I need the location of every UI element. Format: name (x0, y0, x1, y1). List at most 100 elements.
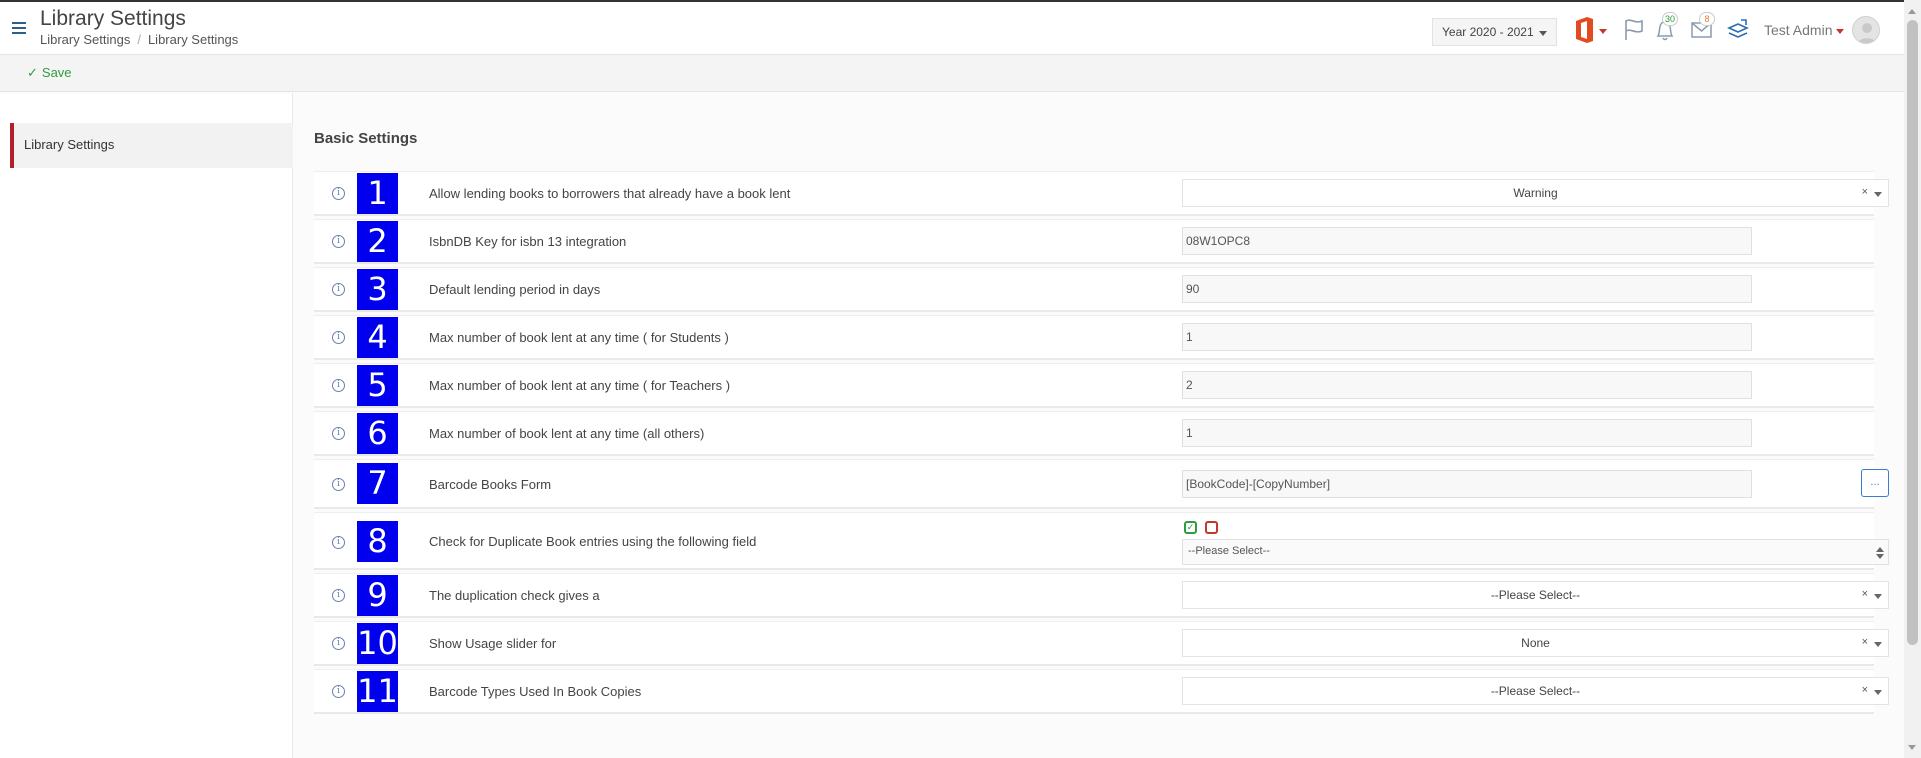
hamburger-icon[interactable] (12, 22, 26, 34)
breadcrumb-item[interactable]: Library Settings (40, 32, 130, 47)
info-icon[interactable]: i (332, 478, 345, 491)
settings-row: i 1 Allow lending books to borrowers tha… (314, 171, 1889, 216)
info-icon[interactable]: i (332, 536, 345, 549)
info-icon[interactable]: i (332, 685, 345, 698)
notifications-badge: 30 (1662, 12, 1679, 26)
settings-row: i 9 The duplication check gives a --Plea… (314, 573, 1889, 618)
clear-icon[interactable]: × (1862, 186, 1868, 198)
year-select-value: Year 2020 - 2021 (1442, 25, 1534, 39)
row-number: 1 (357, 173, 398, 214)
select-value: --Please Select-- (1490, 588, 1581, 602)
messages-button[interactable]: 8 (1689, 12, 1715, 44)
info-icon[interactable]: i (332, 637, 345, 650)
sync-icon (1727, 19, 1749, 38)
select-all-check-icon[interactable]: ✓ (1184, 521, 1197, 534)
settings-row: i 6 Max number of book lent at any time … (314, 411, 1874, 456)
info-icon[interactable]: i (332, 235, 345, 248)
chevron-down-icon (1539, 31, 1547, 40)
sidebar-item-library-settings[interactable]: Library Settings (10, 123, 293, 168)
user-avatar-icon (1857, 23, 1877, 43)
barcode-form-button[interactable]: ... (1861, 469, 1889, 497)
info-icon[interactable]: i (332, 187, 345, 200)
setting-label: The duplication check gives a (429, 588, 600, 603)
row-number: 11 (357, 671, 398, 712)
breadcrumb: Library Settings / Library Settings (40, 32, 238, 47)
vertical-scrollbar[interactable] (1904, 0, 1921, 758)
settings-row: i 10 Show Usage slider for None × (314, 621, 1889, 666)
setting-input[interactable]: 2 (1182, 371, 1752, 399)
setting-select[interactable]: --Please Select-- × (1182, 677, 1889, 705)
spin-up-icon (1876, 543, 1884, 552)
setting-select[interactable]: Warning × (1182, 179, 1889, 207)
year-select[interactable]: Year 2020 - 2021 (1432, 18, 1557, 46)
row-number: 10 (357, 623, 398, 664)
settings-row: i 11 Barcode Types Used In Book Copies -… (314, 669, 1889, 714)
row-number: 7 (357, 463, 398, 504)
setting-label: Allow lending books to borrowers that al… (429, 186, 791, 201)
save-label: Save (41, 65, 72, 80)
row-number: 5 (357, 365, 398, 406)
row-number: 3 (357, 269, 398, 310)
setting-input[interactable]: 1 (1182, 323, 1752, 351)
settings-row: i 2 IsbnDB Key for isbn 13 integration 0… (314, 219, 1874, 264)
scroll-up-icon[interactable] (1908, 5, 1916, 14)
info-icon[interactable]: i (332, 331, 345, 344)
setting-select[interactable]: None × (1182, 629, 1889, 657)
setting-input[interactable]: 08W1OPC8 (1182, 227, 1752, 255)
section-title: Basic Settings (314, 130, 418, 147)
scroll-down-icon[interactable] (1908, 745, 1916, 754)
messages-badge: 8 (1699, 12, 1715, 26)
duplicate-field-multiselect[interactable]: --Please Select-- (1182, 539, 1889, 565)
sidebar-item-label: Library Settings (24, 137, 115, 152)
header: Library Settings Library Settings / Librar… (0, 2, 1904, 54)
breadcrumb-separator: / (137, 32, 141, 47)
clear-icon[interactable]: × (1862, 684, 1868, 696)
user-name[interactable]: Test Admin (1764, 22, 1832, 38)
setting-input[interactable]: 1 (1182, 419, 1752, 447)
row-number: 2 (357, 221, 398, 262)
clear-icon[interactable]: × (1862, 636, 1868, 648)
setting-label: Barcode Books Form (429, 477, 552, 492)
avatar[interactable] (1852, 16, 1880, 44)
office-menu[interactable] (1573, 16, 1607, 44)
settings-row: i 7 Barcode Books Form [BookCode]-[CopyN… (314, 459, 1889, 509)
setting-label: Max number of book lent at any time ( fo… (429, 378, 731, 393)
select-value: None (1521, 636, 1550, 650)
sync-button[interactable] (1726, 16, 1750, 44)
scrollbar-thumb[interactable] (1907, 20, 1918, 645)
row-number: 6 (357, 413, 398, 454)
info-icon[interactable]: i (332, 589, 345, 602)
row-number: 8 (357, 521, 398, 562)
flag-icon (1625, 19, 1643, 40)
settings-row: i 5 Max number of book lent at any time … (314, 363, 1874, 408)
main-content: Basic Settings i 1 Allow lending books t… (294, 93, 1904, 758)
info-icon[interactable]: i (332, 427, 345, 440)
toolbar: ✓ Save (0, 54, 1904, 92)
clear-icon[interactable]: × (1862, 588, 1868, 600)
multiselect-value: --Please Select-- (1188, 545, 1270, 557)
notifications-button[interactable]: 30 (1652, 12, 1679, 44)
settings-row: i 4 Max number of book lent at any time … (314, 315, 1874, 360)
deselect-all-icon[interactable] (1205, 521, 1218, 534)
spin-down-icon (1876, 554, 1884, 563)
flag-button[interactable] (1622, 16, 1646, 44)
select-value: Warning (1513, 186, 1558, 200)
info-icon[interactable]: i (332, 379, 345, 392)
breadcrumb-item: Library Settings (147, 32, 239, 47)
settings-row: i 8 Check for Duplicate Book entries usi… (314, 512, 1889, 570)
setting-input[interactable]: [BookCode]-[CopyNumber] (1182, 470, 1752, 498)
chevron-down-icon (1874, 192, 1882, 201)
settings-row: i 3 Default lending period in days 90 (314, 267, 1874, 312)
info-icon[interactable]: i (332, 283, 345, 296)
multiselect-spinner[interactable] (1874, 541, 1886, 563)
setting-select[interactable]: --Please Select-- × (1182, 581, 1889, 609)
row-number: 4 (357, 317, 398, 358)
save-button[interactable]: ✓ Save (27, 65, 72, 81)
chevron-down-icon[interactable] (1836, 29, 1844, 38)
setting-label: Default lending period in days (429, 282, 601, 297)
setting-input[interactable]: 90 (1182, 275, 1752, 303)
setting-label: Show Usage slider for (429, 636, 557, 651)
office-icon (1576, 17, 1607, 43)
chevron-down-icon (1874, 642, 1882, 651)
setting-label: Barcode Types Used In Book Copies (429, 684, 642, 699)
